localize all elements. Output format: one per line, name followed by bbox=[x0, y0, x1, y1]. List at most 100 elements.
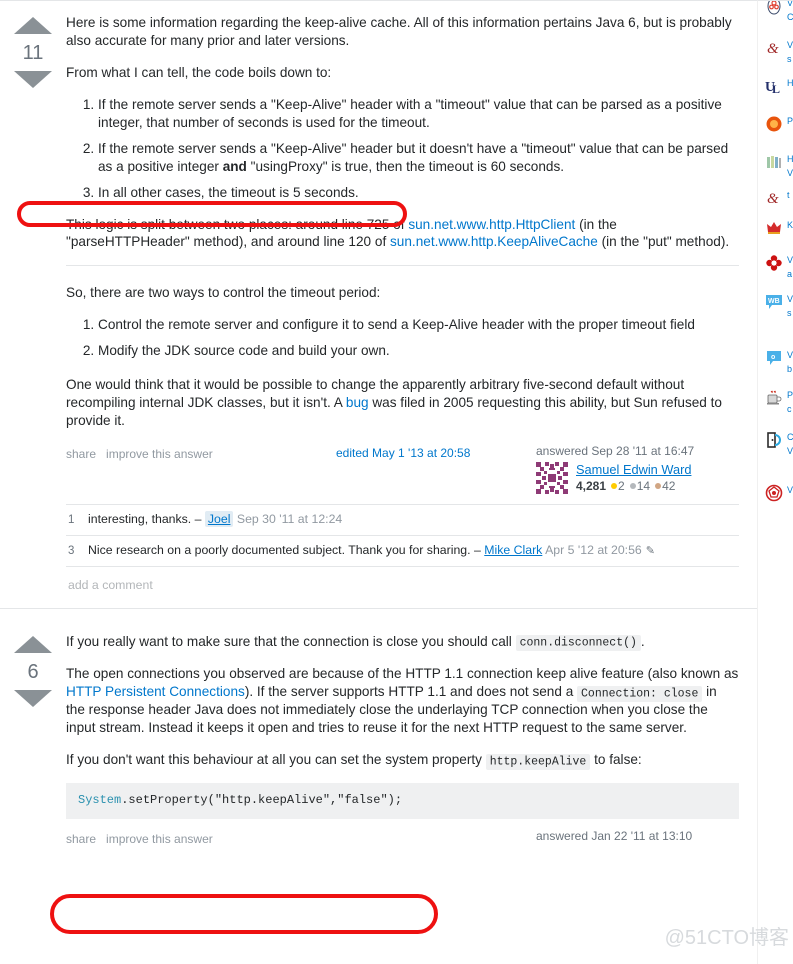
sidebar-item[interactable]: & t bbox=[758, 189, 793, 207]
sidebar-item[interactable]: WB Vs bbox=[758, 293, 793, 321]
text-run: . bbox=[640, 633, 645, 649]
answer-post: 6 If you really want to make sure that t… bbox=[0, 607, 757, 855]
door-open-icon bbox=[765, 431, 783, 449]
sidebar-item[interactable]: & Vs bbox=[758, 39, 793, 67]
upvote-arrow-icon[interactable] bbox=[14, 635, 52, 653]
ampersand-icon: & bbox=[765, 189, 783, 207]
annotation-oval-setproperty-code bbox=[50, 894, 438, 934]
sidebar-item[interactable]: V bbox=[758, 484, 793, 502]
bold-and: and bbox=[222, 158, 247, 174]
user-card: answered Sep 28 '11 at 16:47 Samuel Edwi… bbox=[536, 444, 736, 494]
user-details: Samuel Edwin Ward 4,281 2 14 42 bbox=[536, 462, 736, 494]
username-link[interactable]: Samuel Edwin Ward bbox=[576, 462, 691, 477]
share-link[interactable]: share bbox=[66, 832, 96, 846]
sidebar-item-label: CV bbox=[787, 432, 793, 456]
share-link[interactable]: share bbox=[66, 447, 96, 461]
sidebar-item[interactable]: CV bbox=[758, 431, 793, 459]
sidebar-item-label: Pc bbox=[787, 390, 793, 414]
silver-badge-icon bbox=[629, 483, 636, 490]
user-card: answered Jan 22 '11 at 13:10 bbox=[536, 829, 736, 847]
o-bubble-icon: o bbox=[765, 349, 783, 367]
paragraph-from-what: From what I can tell, the code boils dow… bbox=[66, 64, 332, 80]
text-run: If you really want to make sure that the… bbox=[66, 633, 516, 649]
link-http-persistent-connections[interactable]: HTTP Persistent Connections bbox=[66, 684, 245, 699]
edited-timestamp[interactable]: edited May 1 '13 at 20:58 bbox=[336, 446, 470, 460]
text-run: If you don't want this behaviour at all … bbox=[66, 752, 486, 768]
list-item: In all other cases, the timeout is 5 sec… bbox=[98, 184, 739, 202]
text-run: to false: bbox=[590, 752, 642, 768]
sidebar-item[interactable]: K bbox=[758, 219, 793, 237]
comment-dash: – bbox=[194, 512, 202, 526]
comment-row: 1 interesting, thanks. – Joel Sep 30 '11… bbox=[66, 505, 739, 536]
post-actions: share improve this answer bbox=[66, 444, 223, 461]
paragraph-intro: Here is some information regarding the k… bbox=[66, 15, 732, 48]
sidebar-item-label: K bbox=[787, 220, 793, 230]
user-reputation: 4,281 2 14 42 bbox=[576, 479, 691, 493]
code-keyword: System bbox=[78, 793, 122, 808]
improve-answer-link[interactable]: improve this answer bbox=[106, 832, 213, 846]
atom-icon bbox=[765, 1, 783, 15]
ampersand-icon: & bbox=[765, 39, 783, 57]
ordered-list-ways: Control the remote server and configure … bbox=[66, 316, 739, 360]
sidebar-item[interactable]: Va bbox=[758, 254, 793, 282]
improve-answer-link[interactable]: improve this answer bbox=[106, 447, 213, 461]
downvote-arrow-icon[interactable] bbox=[14, 689, 52, 707]
code-block: System.setProperty("http.keepAlive","fal… bbox=[66, 783, 739, 819]
comment-score: 1 bbox=[68, 514, 75, 526]
link-keepalivecache[interactable]: sun.net.www.http.KeepAliveCache bbox=[390, 234, 598, 249]
comment-timestamp: Sep 30 '11 at 12:24 bbox=[236, 512, 343, 526]
text-run: ). If the server supports HTTP 1.1 and d… bbox=[244, 684, 578, 700]
paragraph-one-would-think: One would think that it would be possibl… bbox=[66, 376, 739, 430]
red-flower-icon bbox=[765, 254, 783, 272]
paragraph-system-property: If you don't want this behaviour at all … bbox=[66, 751, 739, 770]
link-bug[interactable]: bug bbox=[346, 395, 369, 410]
list-item-text: If the remote server sends a "Keep-Alive… bbox=[98, 96, 722, 130]
downvote-arrow-icon[interactable] bbox=[14, 71, 52, 88]
add-comment-link[interactable]: add a comment bbox=[66, 567, 739, 602]
wb-bubble-icon: WB bbox=[765, 293, 783, 311]
orange-burst-icon bbox=[765, 115, 783, 133]
upvote-arrow-icon[interactable] bbox=[14, 17, 52, 34]
comment-text: interesting, thanks. bbox=[88, 512, 192, 526]
sidebar-item[interactable]: HV bbox=[758, 153, 793, 181]
sidebar-item-label: VC bbox=[787, 0, 793, 22]
list-item-text: If the remote server sends a "Keep-Alive… bbox=[98, 140, 729, 174]
sidebar-item[interactable]: VC bbox=[758, 0, 793, 25]
sidebar-item-label: t bbox=[787, 190, 790, 200]
vote-cell: 11 bbox=[0, 1, 66, 88]
list-item-text: In all other cases, the timeout is 5 sec… bbox=[98, 184, 359, 200]
link-httpclient[interactable]: sun.net.www.http.HttpClient bbox=[408, 217, 575, 232]
comment-user-link[interactable]: Mike Clark bbox=[484, 543, 542, 557]
list-item: If the remote server sends a "Keep-Alive… bbox=[98, 140, 739, 176]
code-rest: .setProperty("http.keepAlive","false"); bbox=[121, 793, 403, 808]
list-item: If the remote server sends a "Keep-Alive… bbox=[98, 96, 739, 132]
list-item-text: Control the remote server and configure … bbox=[98, 317, 695, 333]
sidebar-item[interactable]: P bbox=[758, 115, 793, 133]
sidebar-item[interactable]: Pc bbox=[758, 389, 793, 417]
post-meta-row: share improve this answer answered Jan 22… bbox=[66, 829, 739, 855]
svg-text:&: & bbox=[767, 191, 779, 207]
gold-badge-icon bbox=[611, 483, 618, 490]
paragraph-disconnect: If you really want to make sure that the… bbox=[66, 633, 739, 652]
red-gem-icon bbox=[765, 484, 783, 502]
sidebar-item[interactable]: UL H bbox=[758, 77, 793, 96]
books-icon bbox=[765, 153, 783, 171]
divider bbox=[66, 265, 739, 267]
edit-pencil-icon[interactable]: ✎ bbox=[646, 545, 655, 557]
crown-icon bbox=[765, 219, 783, 237]
sidebar-item-label: P bbox=[787, 116, 793, 126]
avatar[interactable] bbox=[536, 462, 568, 494]
comment-row: 3 Nice research on a poorly documented s… bbox=[66, 536, 739, 567]
comments-list: 1 interesting, thanks. – Joel Sep 30 '11… bbox=[66, 504, 739, 602]
sidebar-item-label: V bbox=[787, 485, 793, 495]
gold-badge-count: 2 bbox=[618, 479, 625, 494]
silver-badge-count: 14 bbox=[636, 479, 651, 494]
comment-user-link[interactable]: Joel bbox=[204, 511, 234, 527]
right-sidebar: VC & Vs UL H P HV & t K V a WB V s o V b… bbox=[757, 0, 793, 964]
svg-text:WB: WB bbox=[768, 298, 780, 305]
sidebar-item[interactable]: o Vb bbox=[758, 349, 793, 377]
vote-count: 11 bbox=[22, 42, 44, 64]
comment-score: 3 bbox=[68, 544, 75, 557]
svg-text:L: L bbox=[772, 82, 780, 95]
sidebar-item-label: Vs bbox=[787, 294, 793, 318]
